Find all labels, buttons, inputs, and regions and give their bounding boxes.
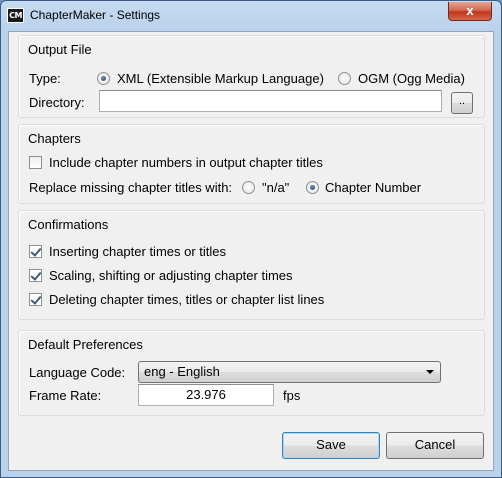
chapter-number-radio-label[interactable]: Chapter Number bbox=[325, 180, 421, 195]
language-code-label: Language Code: bbox=[29, 365, 126, 380]
confirm-delete-checkbox[interactable] bbox=[29, 293, 42, 306]
replace-missing-label: Replace missing chapter titles with: bbox=[29, 180, 233, 195]
xml-radio-label[interactable]: XML (Extensible Markup Language) bbox=[117, 71, 324, 86]
default-preferences-group-title: Default Preferences bbox=[28, 337, 143, 352]
type-label: Type: bbox=[29, 71, 61, 86]
ogm-radio[interactable] bbox=[338, 72, 351, 85]
na-radio-label[interactable]: "n/a" bbox=[262, 180, 289, 195]
browse-button[interactable]: .. bbox=[451, 92, 473, 114]
app-icon: CM bbox=[7, 8, 24, 23]
na-radio[interactable] bbox=[242, 181, 255, 194]
default-preferences-group: Default Preferences Language Code: eng -… bbox=[18, 330, 485, 416]
confirmations-group-title: Confirmations bbox=[28, 217, 109, 232]
confirm-scale-label[interactable]: Scaling, shifting or adjusting chapter t… bbox=[49, 268, 293, 283]
directory-input[interactable] bbox=[99, 90, 442, 112]
xml-radio[interactable] bbox=[97, 72, 110, 85]
language-code-value: eng - English bbox=[144, 364, 220, 379]
language-code-select[interactable]: eng - English bbox=[138, 361, 441, 383]
ogm-radio-label[interactable]: OGM (Ogg Media) bbox=[358, 71, 465, 86]
cancel-button[interactable]: Cancel bbox=[386, 432, 484, 459]
close-button[interactable]: x bbox=[448, 2, 492, 21]
frame-rate-input[interactable]: 23.976 bbox=[138, 384, 274, 406]
frame-rate-label: Frame Rate: bbox=[29, 388, 102, 403]
save-button[interactable]: Save bbox=[282, 432, 380, 459]
window-title: ChapterMaker - Settings bbox=[30, 8, 161, 22]
confirm-insert-label[interactable]: Inserting chapter times or titles bbox=[49, 244, 226, 259]
settings-window: CM ChapterMaker - Settings x Output File… bbox=[0, 0, 502, 478]
confirm-scale-checkbox[interactable] bbox=[29, 269, 42, 282]
output-file-group: Output File Type: XML (Extensible Markup… bbox=[18, 35, 485, 118]
chapters-group: Chapters Include chapter numbers in outp… bbox=[18, 124, 485, 204]
title-bar[interactable]: CM ChapterMaker - Settings x bbox=[1, 1, 501, 31]
dialog-body: Output File Type: XML (Extensible Markup… bbox=[8, 31, 494, 471]
chapter-number-radio[interactable] bbox=[306, 181, 319, 194]
chevron-down-icon bbox=[426, 370, 434, 374]
include-numbers-label[interactable]: Include chapter numbers in output chapte… bbox=[49, 155, 323, 170]
directory-label: Directory: bbox=[29, 95, 85, 110]
confirm-insert-checkbox[interactable] bbox=[29, 245, 42, 258]
include-numbers-checkbox[interactable] bbox=[29, 156, 42, 169]
chapters-group-title: Chapters bbox=[28, 131, 81, 146]
confirmations-group: Confirmations Inserting chapter times or… bbox=[18, 210, 485, 320]
output-file-group-title: Output File bbox=[28, 42, 92, 57]
fps-unit-label: fps bbox=[283, 388, 301, 403]
confirm-delete-label[interactable]: Deleting chapter times, titles or chapte… bbox=[49, 292, 324, 307]
